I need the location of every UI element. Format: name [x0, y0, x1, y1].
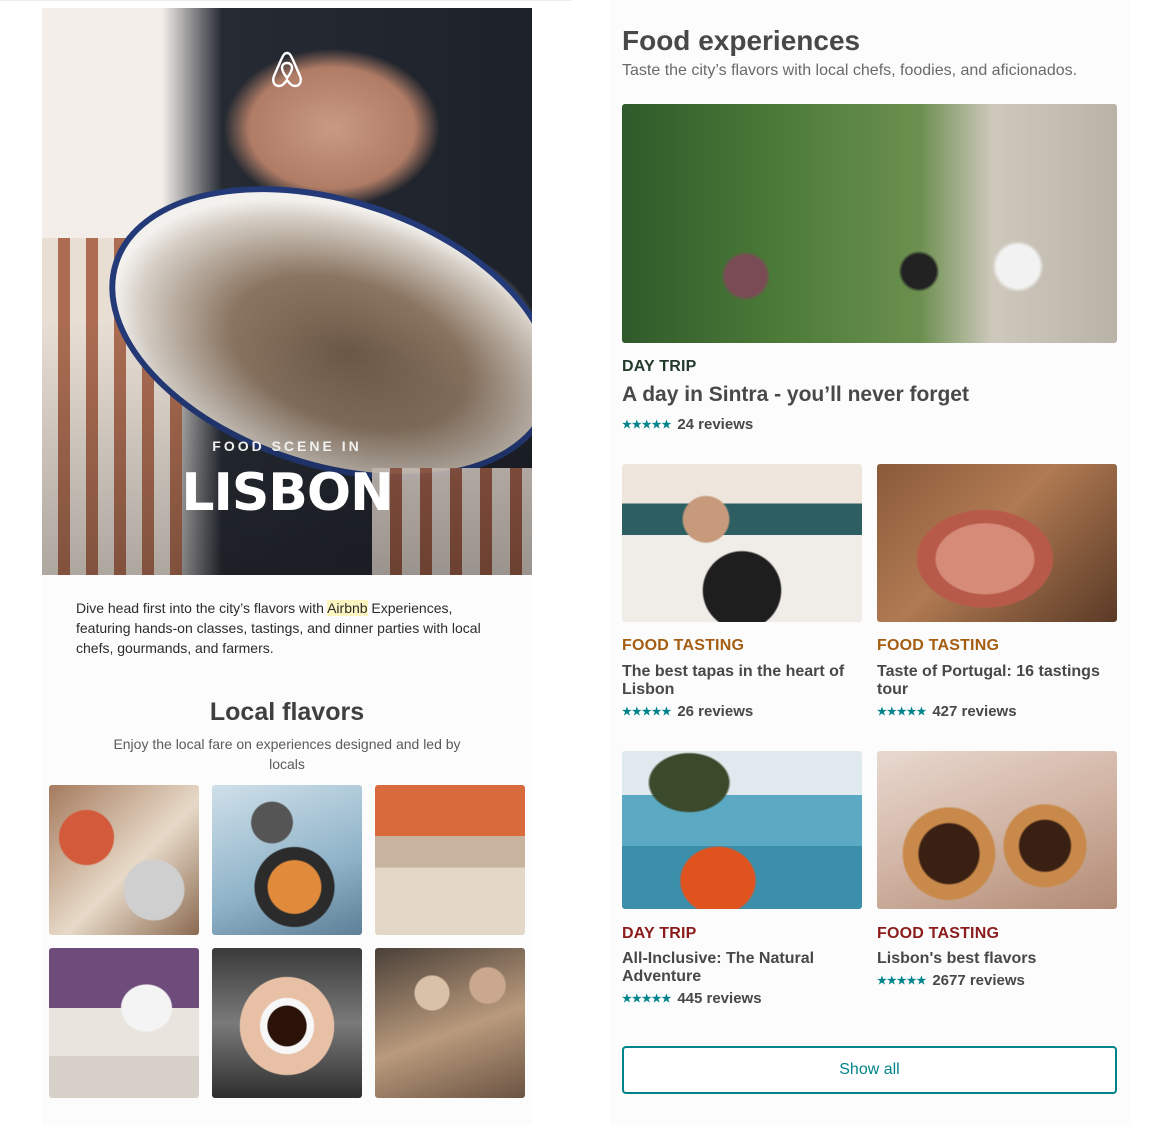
experience-tag: FOOD TASTING	[877, 637, 1000, 654]
intro-text: Dive head first into the city’s flavors …	[76, 598, 506, 658]
lisbon-email-panel: FOOD SCENE IN LISBON Dive head first int…	[42, 8, 532, 1125]
intro-text-start: Dive head first into the city’s flavors …	[76, 600, 328, 616]
experience-image-tapas[interactable]	[622, 464, 862, 622]
rating-stars-icon: ★★★★★	[622, 706, 672, 718]
top-divider	[0, 0, 572, 1]
review-count: 427 reviews	[932, 703, 1017, 720]
local-flavor-photo-home-chef[interactable]	[49, 948, 199, 1098]
experience-image-pasteis[interactable]	[877, 751, 1117, 909]
food-experiences-subtitle: Taste the city’s flavors with local chef…	[622, 62, 1078, 79]
experience-image-sintra[interactable]	[622, 104, 1117, 343]
experience-rating: ★★★★★ 427 reviews	[877, 703, 1017, 720]
local-flavor-photo-cooking-class[interactable]	[49, 785, 199, 935]
experience-rating: ★★★★★ 445 reviews	[622, 990, 762, 1007]
review-count: 445 reviews	[677, 990, 762, 1007]
rating-stars-icon: ★★★★★	[622, 993, 672, 1005]
experience-title-link[interactable]: All-Inclusive: The Natural Adventure	[622, 950, 862, 986]
rating-stars-icon: ★★★★★	[622, 419, 672, 431]
food-experiences-title: Food experiences	[622, 25, 861, 56]
hero-city-title: LISBON	[181, 463, 393, 523]
experience-image-kayak[interactable]	[622, 751, 862, 909]
experience-rating: ★★★★★ 2677 reviews	[877, 972, 1025, 989]
experience-tag: FOOD TASTING	[622, 637, 745, 654]
review-count: 2677 reviews	[932, 972, 1025, 989]
experience-tag: FOOD TASTING	[877, 925, 1000, 942]
food-experiences-panel: Food experiences Taste the city’s flavor…	[610, 0, 1130, 1125]
experience-title-link[interactable]: The best tapas in the heart of Lisbon	[622, 663, 862, 699]
local-flavors-title: Local flavors	[209, 698, 365, 726]
review-count: 24 reviews	[677, 416, 754, 433]
hero-kicker: FOOD SCENE IN	[212, 438, 362, 454]
highlighted-brand: Airbnb	[327, 600, 368, 616]
rating-stars-icon: ★★★★★	[877, 975, 927, 987]
experience-title-link[interactable]: Taste of Portugal: 16 tastings tour	[877, 663, 1117, 699]
airbnb-logo-icon[interactable]	[270, 50, 304, 90]
rating-stars-icon: ★★★★★	[877, 706, 927, 718]
local-flavor-photo-rice-skillet[interactable]	[212, 785, 362, 935]
experience-title-link[interactable]: A day in Sintra - you’ll never forget	[622, 383, 969, 407]
hero-image[interactable]: FOOD SCENE IN LISBON	[42, 8, 532, 575]
experience-tag: DAY TRIP	[622, 925, 697, 942]
experience-image-portugal-tastings[interactable]	[877, 464, 1117, 622]
local-flavor-photo-dinner-toast[interactable]	[375, 785, 525, 935]
local-flavors-subtitle: Enjoy the local fare on experiences desi…	[113, 736, 461, 772]
review-count: 26 reviews	[677, 703, 754, 720]
local-flavor-photo-coffee-cup[interactable]	[212, 948, 362, 1098]
show-all-button[interactable]: Show all	[622, 1046, 1117, 1094]
local-flavor-photo-party[interactable]	[375, 948, 525, 1098]
experience-rating: ★★★★★ 26 reviews	[622, 703, 753, 720]
experience-rating: ★★★★★ 24 reviews	[622, 416, 753, 433]
experience-title-link[interactable]: Lisbon's best flavors	[877, 950, 1117, 968]
experience-tag: DAY TRIP	[622, 358, 697, 375]
